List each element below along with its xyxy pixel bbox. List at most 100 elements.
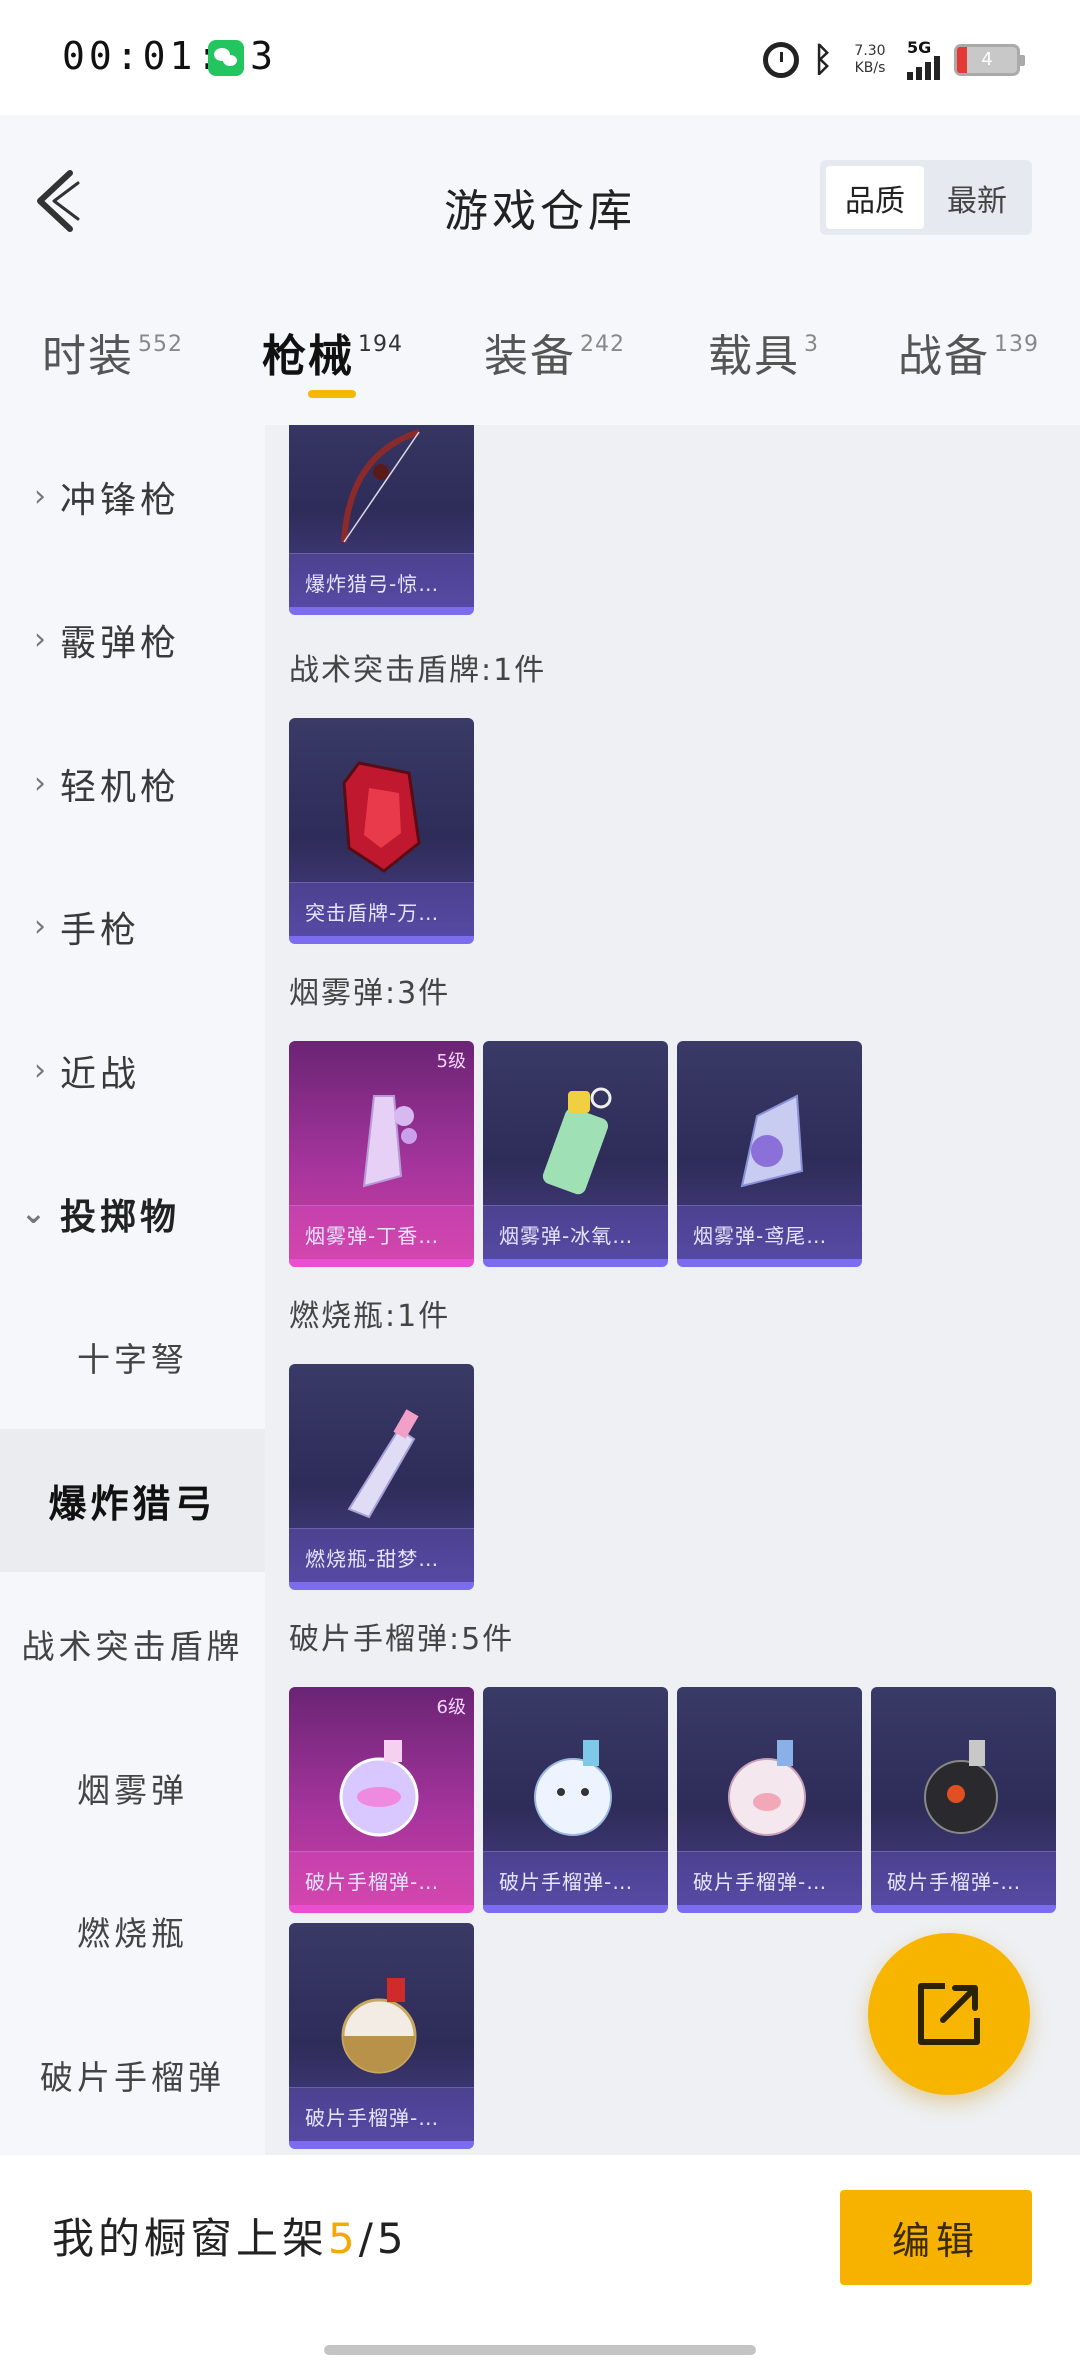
item-card[interactable]: 破片手榴弹-… xyxy=(289,1923,474,2149)
tab-count: 139 xyxy=(994,332,1039,357)
item-card[interactable]: 5级 烟雾弹-丁香… xyxy=(289,1041,474,1267)
network-type: 5G xyxy=(907,38,932,57)
smoke-grenade-icon xyxy=(740,1094,804,1188)
frag-grenade-icon xyxy=(728,1740,806,1836)
sidebar-subitem-molotov[interactable]: 燃烧瓶 xyxy=(0,1859,265,2002)
molotov-icon xyxy=(347,1409,419,1519)
sidebar-item-melee[interactable]: › 近战 xyxy=(0,999,265,1142)
tab-guns[interactable]: 枪械 194 xyxy=(262,320,403,384)
smoke-grenade-icon xyxy=(362,1095,417,1188)
home-indicator[interactable] xyxy=(324,2345,756,2355)
item-name: 突击盾牌-万… xyxy=(289,882,474,936)
group-title-shield: 战术突击盾牌:1件 xyxy=(289,653,547,688)
share-button[interactable] xyxy=(868,1933,1030,2095)
status-bar: 00:01:13 ᛒ 7.30 KB/s 5G 4 xyxy=(0,0,1080,115)
showcase-status: 我的橱窗上架5/5 xyxy=(52,2205,408,2266)
chevron-right-icon: › xyxy=(34,622,50,657)
level-badge: 5级 xyxy=(436,1051,466,1072)
bow-icon xyxy=(341,429,420,543)
item-card[interactable]: 破片手榴弹-… xyxy=(677,1687,862,1913)
tab-vehicles[interactable]: 载具 3 xyxy=(708,320,819,384)
tab-label: 载具 xyxy=(708,331,800,382)
frag-grenade-icon xyxy=(924,1740,998,1834)
item-name: 燃烧瓶-甜梦… xyxy=(289,1528,474,1582)
smoke-grenade-icon xyxy=(542,1087,612,1195)
page-header: 游戏仓库 品质 最新 xyxy=(0,115,1080,280)
item-name: 破片手榴弹-… xyxy=(289,1851,474,1905)
tab-fashion[interactable]: 时装 552 xyxy=(42,320,183,384)
item-card[interactable]: 烟雾弹-冰氧… xyxy=(483,1041,668,1267)
tab-label: 战备 xyxy=(898,331,990,382)
sort-toggle: 品质 最新 xyxy=(820,160,1032,235)
sidebar-item-smg[interactable]: › 冲锋枪 xyxy=(0,425,265,568)
tab-label: 时装 xyxy=(42,331,134,382)
showcase-label: 我的橱窗上架 xyxy=(52,2214,329,2263)
sidebar-subitem-crossbow[interactable]: 十字弩 xyxy=(0,1285,265,1428)
sidebar: › 冲锋枪 › 霰弹枪 › 轻机枪 › 手枪 › 近战 ⌄ 投掷物 十字弩 爆炸猎弓 战术突… xyxy=(0,425,265,2155)
item-name: 破片手榴弹-… xyxy=(871,1851,1056,1905)
tab-count: 194 xyxy=(358,332,403,357)
signal-icon: 5G xyxy=(907,40,940,80)
chevron-right-icon: › xyxy=(34,1053,50,1088)
tab-count: 3 xyxy=(804,332,819,357)
sort-option-latest[interactable]: 最新 xyxy=(928,166,1026,229)
edit-button[interactable]: 编辑 xyxy=(840,2190,1032,2285)
sidebar-subitem-smoke[interactable]: 烟雾弹 xyxy=(0,1716,265,1859)
item-card[interactable]: 烟雾弹-鸢尾… xyxy=(677,1041,862,1267)
sidebar-item-lmg[interactable]: › 轻机枪 xyxy=(0,712,265,855)
net-speed: 7.30 KB/s xyxy=(847,43,893,77)
item-card[interactable]: 6级 破片手榴弹-… xyxy=(289,1687,474,1913)
frag-grenade-icon xyxy=(339,1740,419,1837)
status-time: 00:01:13 xyxy=(62,34,278,78)
tab-supplies[interactable]: 战备 139 xyxy=(898,320,1039,384)
group-title-molotov: 燃烧瓶:1件 xyxy=(289,1299,451,1334)
showcase-total-count: /5 xyxy=(358,2214,408,2263)
item-card[interactable]: 破片手榴弹-… xyxy=(871,1687,1056,1913)
net-speed-value: 7.30 xyxy=(854,43,886,59)
sidebar-subitem-shield[interactable]: 战术突击盾牌 xyxy=(0,1572,265,1715)
shield-icon xyxy=(342,761,421,873)
bottom-bar: 我的橱窗上架5/5 编辑 xyxy=(0,2155,1080,2376)
item-name: 烟雾弹-丁香… xyxy=(289,1205,474,1259)
chevron-right-icon: › xyxy=(34,479,50,514)
sidebar-item-shotgun[interactable]: › 霰弹枪 xyxy=(0,568,265,711)
item-name: 破片手榴弹-… xyxy=(483,1851,668,1905)
level-badge: 6级 xyxy=(436,1697,466,1718)
net-speed-unit: KB/s xyxy=(854,60,886,76)
item-name: 烟雾弹-冰氧… xyxy=(483,1205,668,1259)
showcase-current-count: 5 xyxy=(328,2214,359,2263)
tab-count: 552 xyxy=(138,332,183,357)
sidebar-item-label: 手枪 xyxy=(60,909,141,951)
group-title-smoke: 烟雾弹:3件 xyxy=(289,976,451,1011)
item-card[interactable]: 突击盾牌-万… xyxy=(289,718,474,944)
tab-count: 242 xyxy=(580,332,625,357)
sidebar-item-label: 霰弹枪 xyxy=(60,622,181,664)
sidebar-subitem-frag[interactable]: 破片手榴弹 xyxy=(0,2003,265,2146)
sidebar-item-label: 轻机枪 xyxy=(60,766,181,808)
item-card[interactable]: 爆炸猎弓-惊… xyxy=(289,425,474,615)
sidebar-item-pistol[interactable]: › 手枪 xyxy=(0,855,265,998)
item-grid: 爆炸猎弓-惊… 战术突击盾牌:1件 突击盾牌-万… 烟雾弹:3件 5级 烟雾弹-… xyxy=(265,425,1080,2155)
alarm-icon xyxy=(762,42,799,78)
item-name: 爆炸猎弓-惊… xyxy=(289,553,474,607)
sort-option-quality[interactable]: 品质 xyxy=(826,166,924,229)
status-icons: ᛒ 7.30 KB/s 5G 4 xyxy=(762,38,1025,82)
bluetooth-icon: ᛒ xyxy=(812,40,833,80)
item-card[interactable]: 燃烧瓶-甜梦… xyxy=(289,1364,474,1590)
sidebar-item-label: 冲锋枪 xyxy=(60,479,181,521)
frag-grenade-icon xyxy=(534,1740,612,1836)
tab-label: 装备 xyxy=(484,331,576,382)
share-external-icon xyxy=(918,1983,980,2045)
item-name: 破片手榴弹-… xyxy=(289,2087,474,2141)
chevron-right-icon: › xyxy=(34,766,50,801)
category-tabs: 时装 552 枪械 194 装备 242 载具 3 战备 139 xyxy=(0,280,1080,425)
item-card[interactable]: 破片手榴弹-… xyxy=(483,1687,668,1913)
sidebar-item-throwables[interactable]: ⌄ 投掷物 xyxy=(0,1142,265,1285)
sidebar-item-label: 投掷物 xyxy=(60,1196,181,1238)
chevron-down-icon: ⌄ xyxy=(20,1196,50,1231)
tab-label: 枪械 xyxy=(262,331,354,382)
group-title-frag: 破片手榴弹:5件 xyxy=(289,1622,515,1657)
chevron-right-icon: › xyxy=(34,909,50,944)
sidebar-subitem-explosive-bow[interactable]: 爆炸猎弓 xyxy=(0,1429,265,1572)
tab-equipment[interactable]: 装备 242 xyxy=(484,320,625,384)
